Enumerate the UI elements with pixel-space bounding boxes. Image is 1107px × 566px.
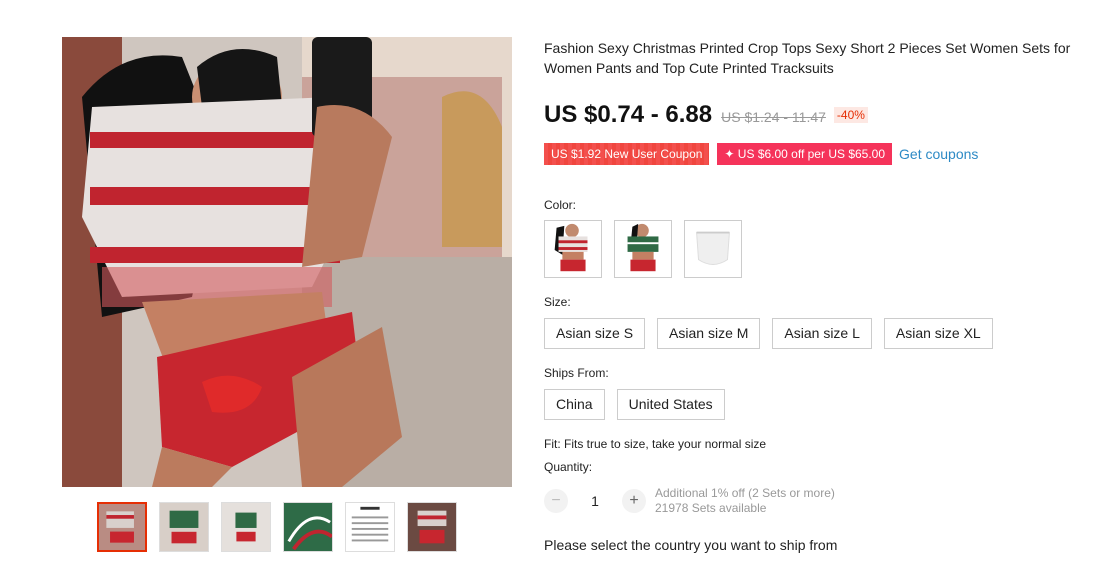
current-price: US $0.74 - 6.88: [544, 101, 713, 128]
thumbnail-strip: [97, 502, 457, 552]
ships-from-china[interactable]: China: [544, 389, 605, 420]
size-options: Asian size S Asian size M Asian size L A…: [544, 318, 993, 349]
color-label: Color:: [544, 198, 577, 212]
thumbnail-green-set-pose[interactable]: [221, 502, 271, 552]
ships-from-options: China United States: [544, 389, 725, 420]
quantity-info: Additional 1% off (2 Sets or more) 21978…: [655, 486, 835, 516]
ships-from-united-states[interactable]: United States: [616, 389, 725, 420]
color-option-green-christmas-set[interactable]: [614, 220, 672, 278]
store-coupon[interactable]: ✦ US $6.00 off per US $65.00: [717, 143, 893, 165]
ships-from-label: Ships From:: [544, 366, 609, 380]
main-product-image[interactable]: [62, 37, 512, 487]
quantity-additional-discount: Additional 1% off (2 Sets or more): [655, 486, 835, 500]
original-price: US $1.24 - 11.47: [721, 109, 826, 125]
size-option-xl[interactable]: Asian size XL: [883, 318, 993, 349]
thumbnail-green-set-front[interactable]: [159, 502, 209, 552]
get-coupons-link[interactable]: Get coupons: [899, 146, 978, 162]
thumbnail-size-chart[interactable]: [345, 502, 395, 552]
size-label: Size:: [544, 295, 571, 309]
thumbnail-green-fabric-closeup[interactable]: [283, 502, 333, 552]
color-option-white-shorts[interactable]: [684, 220, 742, 278]
quantity-stepper: − 1 + Additional 1% off (2 Sets or more)…: [544, 486, 835, 516]
size-option-l[interactable]: Asian size L: [772, 318, 872, 349]
product-title: Fashion Sexy Christmas Printed Crop Tops…: [544, 40, 1071, 76]
quantity-label: Quantity:: [544, 460, 593, 474]
ship-country-message: Please select the country you want to sh…: [544, 537, 838, 553]
size-option-s[interactable]: Asian size S: [544, 318, 646, 349]
coupon-row: US $1.92 New User Coupon ✦ US $6.00 off …: [544, 143, 978, 165]
quantity-decrease-button[interactable]: −: [544, 489, 568, 513]
thumbnail-red-set-back[interactable]: [407, 502, 457, 552]
thumbnail-red-set-front[interactable]: [97, 502, 147, 552]
quantity-increase-button[interactable]: +: [622, 489, 646, 513]
price-row: US $0.74 - 6.88 US $1.24 - 11.47 -40%: [544, 101, 868, 129]
size-option-m[interactable]: Asian size M: [657, 318, 761, 349]
fit-info: Fit: Fits true to size, take your normal…: [544, 437, 767, 451]
color-options: [544, 220, 742, 278]
color-option-red-christmas-set[interactable]: [544, 220, 602, 278]
quantity-value[interactable]: 1: [568, 493, 622, 509]
discount-badge: -40%: [833, 107, 868, 123]
quantity-available: 21978 Sets available: [655, 501, 767, 515]
new-user-coupon[interactable]: US $1.92 New User Coupon: [544, 143, 710, 165]
